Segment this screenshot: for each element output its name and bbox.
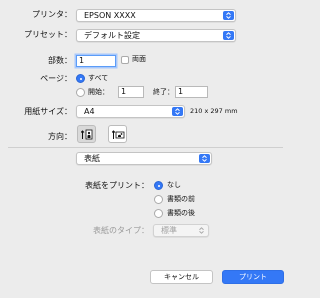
cover-before-label: 書類の前 <box>167 195 195 203</box>
printer-popup[interactable]: EPSON XXXX <box>76 9 236 22</box>
pages-all-radio[interactable] <box>76 74 85 83</box>
printer-popup-value: EPSON XXXX <box>84 11 136 20</box>
cover-type-popup[interactable]: 標準 <box>153 224 209 237</box>
cover-none-radio[interactable] <box>154 181 163 190</box>
portrait-button[interactable] <box>77 125 96 143</box>
pages-to-label: 終了： <box>153 88 174 96</box>
cover-after-radio[interactable] <box>154 209 163 218</box>
landscape-button[interactable] <box>108 125 127 143</box>
pages-from-field[interactable]: 1 <box>118 86 144 98</box>
copies-field[interactable]: 1 <box>76 55 116 67</box>
preset-popup-value: デフォルト設定 <box>84 31 140 40</box>
section-popup-value: 表紙 <box>84 154 100 163</box>
cover-type-label: 表紙のタイプ： <box>93 226 149 235</box>
up-down-chevron-icon <box>196 226 207 235</box>
orientation-label: 方向： <box>48 132 72 141</box>
preset-label: プリセット： <box>24 30 72 39</box>
printer-label: プリンタ： <box>32 10 72 19</box>
up-down-chevron-icon <box>223 31 234 40</box>
landscape-orientation-icon <box>111 128 125 143</box>
paper-size-label: 用紙サイズ： <box>24 107 72 116</box>
cover-after-label: 書類の後 <box>167 209 195 217</box>
duplex-label: 両面 <box>132 55 146 63</box>
cover-none-label: なし <box>167 181 181 189</box>
copies-label: 部数： <box>48 56 72 65</box>
pages-to-field[interactable]: 1 <box>175 86 208 98</box>
up-down-chevron-icon <box>223 11 234 20</box>
section-popup[interactable]: 表紙 <box>76 152 212 165</box>
portrait-orientation-icon <box>80 128 93 143</box>
preset-popup[interactable]: デフォルト設定 <box>76 29 236 42</box>
cover-before-radio[interactable] <box>154 195 163 204</box>
cancel-button[interactable]: キャンセル <box>150 270 213 284</box>
pages-range-radio[interactable] <box>76 88 85 97</box>
divider <box>8 147 283 148</box>
duplex-checkbox[interactable] <box>121 56 129 64</box>
paper-dimensions: 210 x 297 mm <box>190 107 238 115</box>
print-button[interactable]: プリント <box>222 270 284 284</box>
pages-all-label: すべて <box>88 74 109 82</box>
up-down-chevron-icon <box>199 154 210 163</box>
cover-type-value: 標準 <box>161 226 177 235</box>
pages-from-label: 開始： <box>88 88 109 96</box>
pages-label: ページ： <box>40 74 72 83</box>
paper-size-popup[interactable]: A4 <box>76 105 185 118</box>
paper-size-value: A4 <box>84 107 95 116</box>
up-down-chevron-icon <box>172 107 183 116</box>
cover-print-label: 表紙をプリント： <box>85 181 149 190</box>
